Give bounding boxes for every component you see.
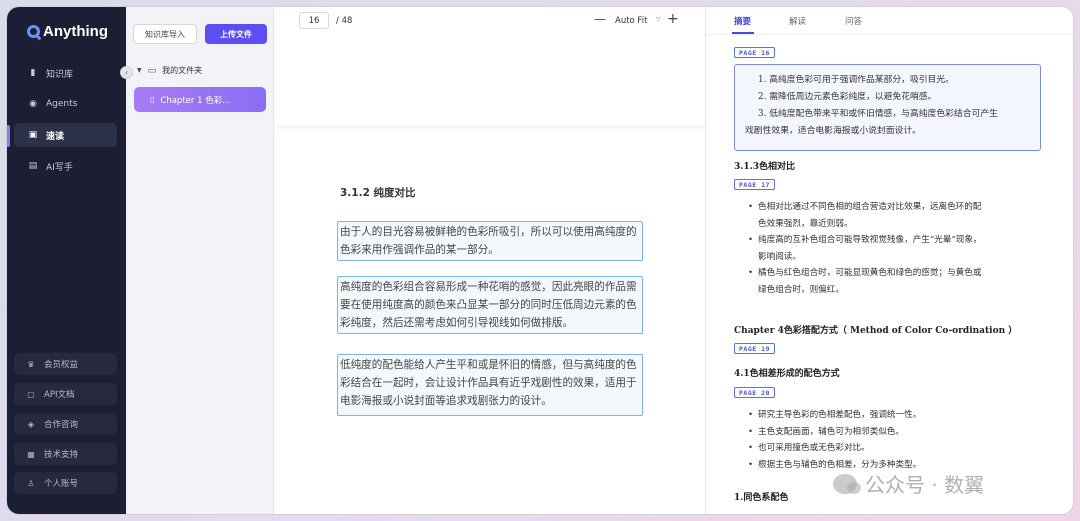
- folder-icon: ▭: [147, 65, 157, 76]
- bullet-list: 研究主导色彩的色相差配色，强调统一性。 主色支配画面，辅色可为相邻类似色。 也可…: [748, 407, 1038, 473]
- list-item-continued: 绿色组合时，则偏红。: [758, 284, 844, 295]
- sidebar-item-support[interactable]: ▦ 技术支持: [14, 443, 117, 465]
- book-icon: ▮: [30, 68, 36, 78]
- sidebar-item-cooperation[interactable]: ◈ 合作咨询: [14, 413, 117, 435]
- bullet-list: 色相对比通过不同色相的组合营造对比效果，远离色环的配 色效果强烈，靠近则弱。 纯…: [748, 199, 1038, 298]
- pdf-page-previous: [274, 35, 705, 125]
- crown-icon: ♛: [27, 359, 35, 369]
- sidebar-item-label: 会员权益: [44, 360, 79, 370]
- sidebar-item-label: 技术支持: [44, 450, 79, 460]
- sidebar-item-label: 速读: [46, 131, 65, 142]
- highlight-paragraph[interactable]: 低纯度的配色能给人产生平和或是怀旧的情感，但与高纯度的色彩结合在一起时，会让设计…: [337, 354, 643, 416]
- summary-tabs: 摘要 解读 问答: [706, 7, 1073, 35]
- watermark-text: 公众号 · 数翼: [865, 473, 985, 497]
- quote-line: 1. 高纯度色彩可用于强调作品某部分，吸引目光。: [758, 75, 954, 85]
- summary-quote: 1. 高纯度色彩可用于强调作品某部分，吸引目光。 2. 需降低周边元素色彩纯度，…: [734, 64, 1041, 151]
- list-item: 主色支配画面，辅色可为相邻类似色。: [748, 424, 1038, 441]
- list-item: 纯度高的互补色组合可能导致视觉残像，产生“光晕”现象，: [748, 232, 1038, 249]
- sidebar-item-label: AI写手: [46, 162, 73, 173]
- list-item-continued: 影响阅读。: [758, 251, 801, 262]
- chevron-left-icon: ‹: [124, 68, 129, 77]
- chapter-heading: Chapter 4色彩搭配方式（ Method of Color Co-ordi…: [734, 326, 1018, 336]
- list-item-continued: 色效果强烈，靠近则弱。: [758, 218, 853, 229]
- zoom-out-button[interactable]: —: [594, 12, 606, 26]
- page-total: / 48: [336, 16, 353, 26]
- sidebar-item-speed-read[interactable]: ▣ 速读: [14, 123, 117, 147]
- zoom-in-button[interactable]: +: [667, 11, 679, 27]
- highlight-paragraph[interactable]: 高纯度的色彩组合容易形成一种花哨的感觉，因此亮眼的作品需要在使用纯度高的颜色来凸…: [337, 276, 643, 334]
- sidebar-item-label: 知识库: [46, 69, 74, 80]
- zoom-select[interactable]: Auto Fit: [615, 16, 647, 26]
- wechat-icon: [833, 473, 861, 494]
- section-title: 3.1.2 纯度对比: [340, 187, 416, 199]
- folder-item[interactable]: ▼ ▭ 我的文件夹: [137, 65, 202, 76]
- sidebar-item-label: 个人账号: [44, 479, 79, 489]
- sidebar-item-ai-writer[interactable]: ▤ AI写手: [14, 154, 117, 178]
- sidebar: Anything ▮ 知识库 ◉ Agents ▣ 速读 ▤ AI写手 ♛ 会员…: [7, 7, 126, 514]
- sidebar-item-account[interactable]: ♙ 个人账号: [14, 472, 117, 494]
- list-item: 也可采用撞色或无色彩对比。: [748, 440, 1038, 457]
- folder-label: 我的文件夹: [162, 66, 203, 75]
- handshake-icon: ◈: [27, 419, 35, 429]
- list-item: 橘色与红色组合时，可能显现黄色和绿色的感觉；与黄色或: [748, 265, 1038, 282]
- page-tag[interactable]: PAGE 17: [734, 179, 775, 190]
- sidebar-item-knowledge[interactable]: ▮ 知识库: [14, 61, 117, 85]
- active-indicator: [7, 125, 10, 147]
- sidebar-item-api-docs[interactable]: ▢ API文档: [14, 383, 117, 405]
- highlight-paragraph[interactable]: 由于人的目光容易被鲜艳的色彩所吸引，所以可以使用高纯度的色彩来用作强调作品的某一…: [337, 221, 643, 261]
- grid-icon: ▦: [27, 449, 35, 459]
- list-item: 研究主导色彩的色相差配色，强调统一性。: [748, 407, 1038, 424]
- sidebar-item-label: API文档: [44, 390, 75, 400]
- sidebar-item-agents[interactable]: ◉ Agents: [14, 92, 117, 116]
- page-number-input[interactable]: 16: [299, 12, 329, 29]
- upload-file-button[interactable]: 上传文件: [205, 24, 267, 44]
- file-label: Chapter 1 色彩...: [160, 95, 231, 106]
- quote-line: 戏剧性效果，适合电影海报或小说封面设计。: [745, 126, 921, 136]
- summary-heading: 1.同色系配色: [734, 493, 789, 503]
- app-window: Anything ▮ 知识库 ◉ Agents ▣ 速读 ▤ AI写手 ♛ 会员…: [7, 7, 1073, 514]
- tab-underline: [732, 32, 754, 34]
- viewer-toolbar: 16 / 48 — Auto Fit ▽ +: [274, 7, 705, 35]
- tab-summary[interactable]: 摘要: [734, 15, 751, 27]
- file-panel: 知识库导入 上传文件 ‹ ▼ ▭ 我的文件夹 ▯ Chapter 1 色彩...: [120, 7, 274, 514]
- list-item: 色相对比通过不同色相的组合营造对比效果，远离色环的配: [748, 199, 1038, 216]
- chevron-down-icon: ▽: [656, 16, 661, 23]
- app-name: Anything: [43, 23, 108, 40]
- tab-qa[interactable]: 问答: [845, 15, 862, 27]
- sidebar-item-membership[interactable]: ♛ 会员权益: [14, 353, 117, 375]
- summary-panel: 摘要 解读 问答 PAGE 16 1. 高纯度色彩可用于强调作品某部分，吸引目光…: [705, 7, 1073, 514]
- page-tag[interactable]: PAGE 16: [734, 47, 775, 58]
- collapse-panel-button[interactable]: ‹: [120, 66, 133, 79]
- summary-heading: 4.1色相差形成的配色方式: [734, 369, 840, 379]
- file-icon: ▯: [150, 95, 155, 104]
- app-logo[interactable]: Anything: [27, 23, 108, 40]
- user-icon: ♙: [27, 478, 35, 488]
- logo-icon: [27, 25, 40, 38]
- doc-icon: ▢: [27, 389, 35, 399]
- page-tag[interactable]: PAGE 19: [734, 343, 775, 354]
- document-viewer: 16 / 48 — Auto Fit ▽ + 3.1.2 纯度对比 由于人的目光…: [274, 7, 710, 514]
- quote-line: 3. 低纯度配色带来平和或怀旧情感，与高纯度色彩结合可产生: [758, 109, 998, 119]
- summary-heading: 3.1.3色相对比: [734, 162, 796, 172]
- tab-interpretation[interactable]: 解读: [789, 15, 806, 27]
- reader-icon: ▣: [28, 130, 38, 140]
- robot-icon: ◉: [29, 99, 37, 109]
- watermark: 公众号 · 数翼: [833, 469, 984, 498]
- knowledge-import-button[interactable]: 知识库导入: [133, 24, 197, 44]
- sidebar-item-label: 合作咨询: [44, 420, 79, 430]
- sidebar-item-label: Agents: [46, 99, 78, 109]
- pen-icon: ▤: [28, 161, 38, 171]
- file-item-active[interactable]: ▯ Chapter 1 色彩...: [134, 87, 266, 112]
- caret-down-icon: ▼: [137, 67, 142, 74]
- quote-line: 2. 需降低周边元素色彩纯度，以避免花哨感。: [758, 92, 937, 102]
- page-tag[interactable]: PAGE 20: [734, 387, 775, 398]
- pdf-page: 3.1.2 纯度对比 由于人的目光容易被鲜艳的色彩所吸引，所以可以使用高纯度的色…: [274, 129, 705, 514]
